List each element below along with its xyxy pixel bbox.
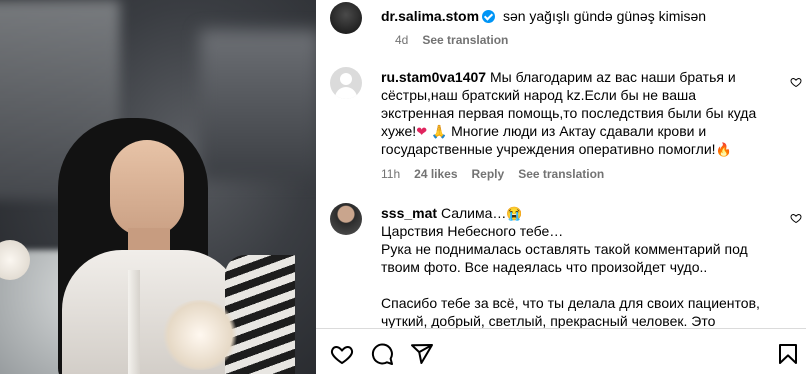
caption-text: dr.salima.stom sən yağışlı gündə günəş k…: [381, 8, 706, 24]
author-username[interactable]: dr.salima.stom: [381, 8, 479, 24]
action-bar: [316, 328, 806, 374]
commenter-username[interactable]: sss_mat: [381, 205, 437, 221]
author-avatar[interactable]: [330, 2, 362, 34]
photo-flower-bouquet: [160, 300, 240, 370]
caption-meta: 4d See translation: [395, 33, 522, 47]
crying-face-emoji: 😭: [506, 206, 523, 221]
comment-age: 11h: [381, 167, 401, 181]
folded-hands-emoji: 🙏: [431, 124, 448, 139]
red-heart-emoji: ❤: [416, 124, 428, 139]
caption-body: sən yağışlı gündə günəş kimisən: [502, 8, 707, 24]
comment-body: sss_mat Салима…😭 Царствия Небесного тебе…: [381, 204, 761, 334]
comment-line-1: Салима…: [440, 205, 507, 221]
commenter-avatar[interactable]: [330, 67, 362, 99]
comment-line-2: Царствия Небесного тебе…: [381, 223, 564, 239]
comment-icon[interactable]: [370, 342, 394, 366]
commenter-avatar[interactable]: [330, 203, 362, 235]
photo-striped-sleeve: [225, 255, 295, 374]
photo-background-right: [200, 30, 316, 180]
caption-see-translation[interactable]: See translation: [422, 33, 508, 47]
commenter-username[interactable]: ru.stam0va1407: [381, 69, 486, 85]
comment-like-heart-icon[interactable]: [790, 76, 802, 88]
fire-emoji: 🔥: [715, 142, 732, 157]
post-photo: [0, 0, 316, 374]
photo-candle: [128, 270, 140, 374]
caption-age: 4d: [395, 33, 409, 47]
comments-panel: dr.salima.stom sən yağışlı gündə günəş k…: [316, 0, 806, 374]
comment-paragraph-1: Рука не поднималась оставлять такой комм…: [381, 241, 748, 275]
share-icon[interactable]: [410, 342, 434, 366]
verified-badge-icon: [482, 10, 496, 23]
comment-likes[interactable]: 24 likes: [414, 167, 457, 181]
photo-face: [110, 140, 184, 236]
comment-see-translation[interactable]: See translation: [518, 167, 604, 181]
comment-like-heart-icon[interactable]: [790, 212, 802, 224]
bookmark-icon[interactable]: [776, 342, 800, 366]
comment-reply[interactable]: Reply: [472, 167, 505, 181]
heart-icon[interactable]: [330, 342, 354, 366]
comment-meta: 11h 24 likes Reply See translation: [381, 167, 618, 181]
comment-body: ru.stam0va1407 Мы благодарим аz вас наши…: [381, 68, 761, 158]
